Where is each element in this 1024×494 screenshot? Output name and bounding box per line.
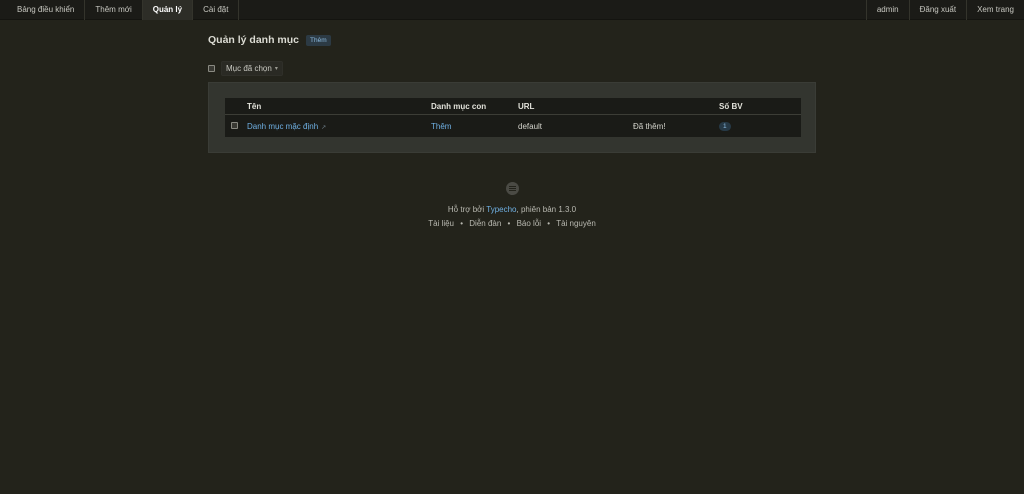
header-url: URL bbox=[518, 101, 535, 111]
nav-item-logout[interactable]: Đăng xuất bbox=[908, 0, 966, 20]
row-checkbox-cell bbox=[225, 121, 247, 131]
powered-by-line: Hỗ trợ bởi Typecho, phiên bản 1.3.0 bbox=[0, 204, 1024, 215]
footer-link-docs[interactable]: Tài liệu bbox=[428, 219, 454, 228]
nav-item-settings[interactable]: Cài đặt bbox=[193, 0, 240, 20]
footer-separator: • bbox=[547, 219, 551, 228]
footer: Hỗ trợ bởi Typecho, phiên bản 1.3.0 Tài … bbox=[0, 182, 1024, 229]
row-checkbox[interactable] bbox=[231, 121, 238, 129]
nav-item-dashboard[interactable]: Bảng điều khiển bbox=[0, 0, 86, 20]
selected-items-dropdown[interactable]: Mục đã chọn ▾ bbox=[221, 61, 283, 76]
nav-left-group: Bảng điều khiển Thêm mới Quản lý Cài đặt bbox=[0, 0, 240, 20]
footer-separator: • bbox=[460, 219, 464, 228]
header-post-count: Số BV bbox=[719, 101, 743, 111]
add-category-button[interactable]: Thêm bbox=[306, 34, 331, 46]
add-subcategory-link[interactable]: Thêm bbox=[431, 122, 451, 131]
footer-links: Tài liệu • Diễn đàn • Báo lỗi • Tài nguy… bbox=[0, 218, 1024, 229]
typecho-logo-icon bbox=[505, 182, 519, 195]
status-note-cell: Đã thêm! bbox=[633, 121, 666, 131]
table-row: Danh mục mặc định ↗ Thêm default Đã thêm!… bbox=[225, 115, 801, 137]
category-name-cell: Danh mục mặc định ↗ bbox=[247, 122, 431, 131]
footer-separator: • bbox=[507, 219, 511, 228]
header-name: Tên bbox=[247, 101, 262, 111]
table-header: Tên Danh mục con URL Số BV bbox=[225, 98, 801, 115]
footer-link-resources[interactable]: Tài nguyên bbox=[556, 219, 596, 228]
url-cell: default bbox=[518, 121, 543, 131]
select-all-checkbox[interactable] bbox=[208, 65, 215, 72]
footer-link-forum[interactable]: Diễn đàn bbox=[469, 219, 501, 228]
category-panel: Tên Danh mục con URL Số BV Danh mục mặc … bbox=[208, 82, 816, 153]
powered-by-prefix: Hỗ trợ bởi bbox=[447, 205, 487, 214]
nav-item-user[interactable]: admin bbox=[865, 0, 909, 20]
nav-right-group: admin Đăng xuất Xem trang bbox=[865, 0, 1024, 20]
post-count-cell: 1 bbox=[719, 121, 801, 131]
page-title: Quản lý danh mục bbox=[208, 34, 300, 46]
post-count-badge[interactable]: 1 bbox=[719, 122, 731, 131]
external-link-icon[interactable]: ↗ bbox=[321, 125, 326, 131]
typecho-link[interactable]: Typecho bbox=[486, 205, 516, 214]
nav-item-manage[interactable]: Quản lý bbox=[142, 0, 194, 20]
footer-link-bug-report[interactable]: Báo lỗi bbox=[517, 219, 541, 228]
bulk-action-row: Mục đã chọn ▾ bbox=[208, 61, 283, 76]
page-header: Quản lý danh mục Thêm bbox=[208, 34, 331, 46]
top-navigation: Bảng điều khiển Thêm mới Quản lý Cài đặt… bbox=[0, 0, 1024, 20]
header-subcategory: Danh mục con bbox=[431, 101, 487, 111]
nav-item-view-site[interactable]: Xem trang bbox=[966, 0, 1024, 20]
category-table: Tên Danh mục con URL Số BV Danh mục mặc … bbox=[225, 98, 801, 137]
chevron-down-icon: ▾ bbox=[274, 66, 278, 72]
category-name-link[interactable]: Danh mục mặc định bbox=[247, 122, 318, 131]
nav-item-add-new[interactable]: Thêm mới bbox=[85, 0, 143, 20]
selected-items-label: Mục đã chọn bbox=[226, 64, 272, 73]
version-text: , phiên bản 1.3.0 bbox=[516, 205, 577, 214]
subcategory-cell: Thêm bbox=[431, 122, 518, 131]
